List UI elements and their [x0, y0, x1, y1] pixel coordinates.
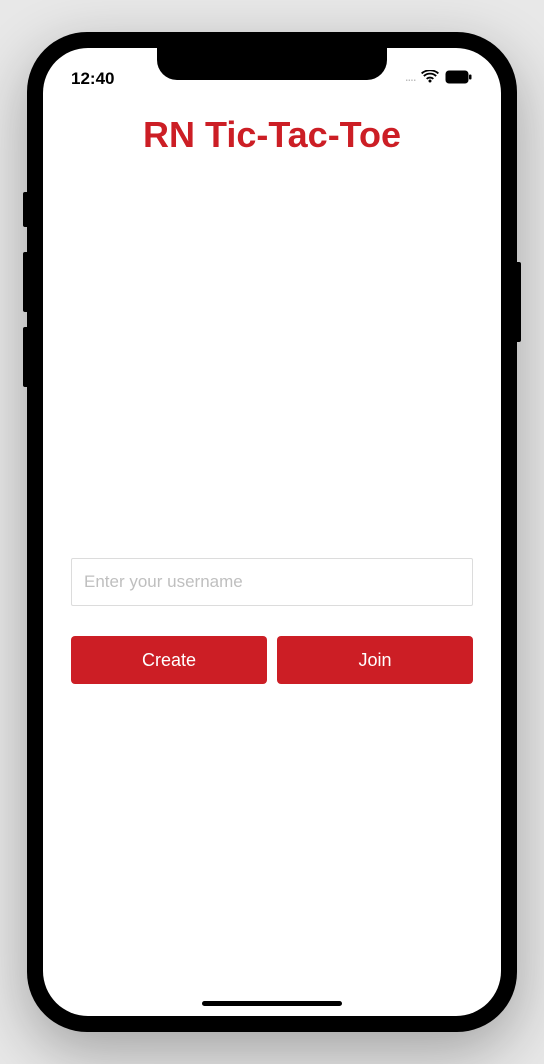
app-title: RN Tic-Tac-Toe: [43, 114, 501, 156]
signal-dots-icon: ····: [404, 71, 415, 87]
create-button[interactable]: Create: [71, 636, 267, 684]
screen: 12:40 ····: [43, 48, 501, 1016]
username-input[interactable]: [71, 558, 473, 606]
join-button[interactable]: Join: [277, 636, 473, 684]
battery-icon: [445, 70, 473, 89]
power-button: [517, 262, 521, 342]
phone-frame: 12:40 ····: [27, 32, 517, 1032]
status-icons: ····: [404, 70, 473, 89]
status-time: 12:40: [71, 69, 114, 89]
button-row: Create Join: [71, 636, 473, 684]
form-area: Create Join: [43, 558, 501, 684]
home-indicator[interactable]: [202, 1001, 342, 1006]
wifi-icon: [421, 70, 439, 89]
notch: [157, 48, 387, 80]
